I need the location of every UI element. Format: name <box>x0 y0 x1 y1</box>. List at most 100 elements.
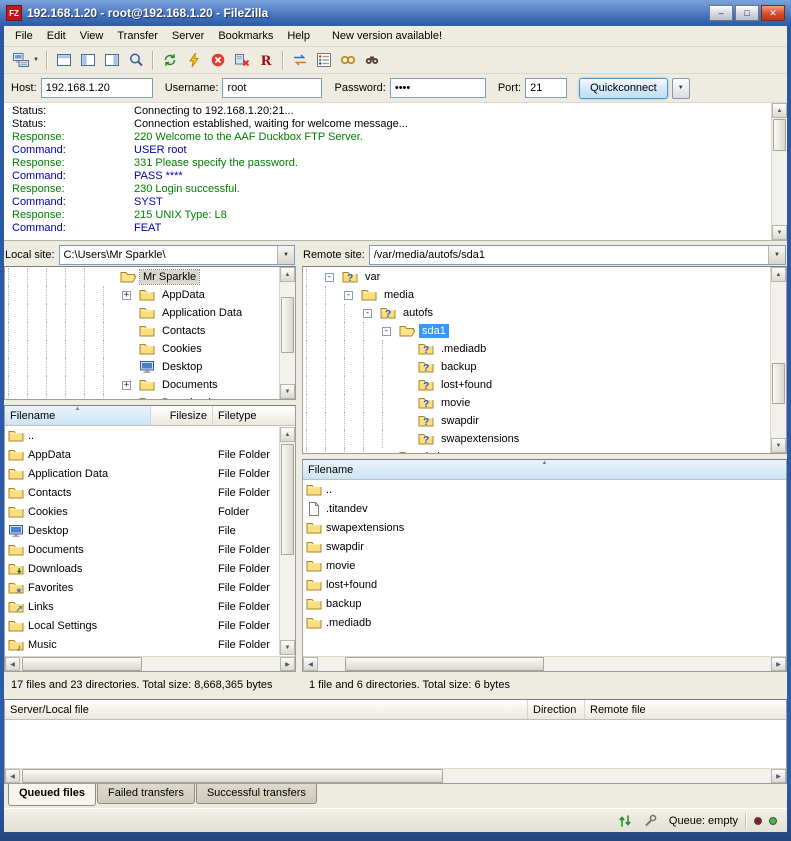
scroll-down-icon[interactable]: ▼ <box>771 438 786 453</box>
scrollbar-thumb[interactable] <box>22 657 142 671</box>
titlebar[interactable]: FZ 192.168.1.20 - root@192.168.1.20 - Fi… <box>0 0 791 26</box>
file-row-item[interactable]: .. <box>303 480 786 499</box>
local-list-scrollbar[interactable]: ▲ ▼ <box>279 427 295 655</box>
toggle-remote-tree-icon[interactable] <box>100 49 124 72</box>
tab-successful-transfers[interactable]: Successful transfers <box>196 784 317 804</box>
toggle-queue-icon[interactable] <box>124 49 148 72</box>
chevron-down-icon[interactable]: ▼ <box>33 57 39 63</box>
file-row-cookies[interactable]: CookiesFolder <box>5 502 279 521</box>
tree-item-appdata[interactable]: +AppData <box>8 286 278 304</box>
column-header-remote-file[interactable]: Remote file <box>585 700 786 719</box>
collapse-icon[interactable]: - <box>325 273 334 282</box>
collapse-icon[interactable]: - <box>363 309 372 318</box>
scrollbar-thumb[interactable] <box>773 119 786 151</box>
queue-hscrollbar[interactable]: ◀ ▶ <box>5 768 786 783</box>
scroll-right-icon[interactable]: ▶ <box>771 769 786 783</box>
chevron-down-icon[interactable]: ▼ <box>768 246 785 264</box>
file-row-contacts[interactable]: ContactsFile Folder <box>5 483 279 502</box>
scroll-down-icon[interactable]: ▼ <box>280 384 295 399</box>
chevron-down-icon[interactable]: ▼ <box>277 246 294 264</box>
scroll-down-icon[interactable]: ▼ <box>280 640 295 655</box>
file-row-swapextensions[interactable]: swapextensions <box>303 518 786 537</box>
minimize-button[interactable]: – <box>709 5 733 21</box>
column-header-filesize[interactable]: Filesize <box>151 406 213 425</box>
quickconnect-dropdown-button[interactable]: ▼ <box>672 78 690 99</box>
local-list-hscrollbar[interactable]: ◀ ▶ <box>5 656 295 671</box>
file-row-swapdir[interactable]: swapdir <box>303 537 786 556</box>
menu-edit[interactable]: Edit <box>40 27 73 45</box>
scrollbar-thumb[interactable] <box>22 769 443 783</box>
collapse-icon[interactable]: - <box>344 291 353 300</box>
toggle-local-tree-icon[interactable] <box>76 49 100 72</box>
file-row-links[interactable]: ↗LinksFile Folder <box>5 597 279 616</box>
scroll-left-icon[interactable]: ◀ <box>303 657 318 671</box>
scrollbar-thumb[interactable] <box>772 363 785 404</box>
menu-help[interactable]: Help <box>280 27 317 45</box>
wrench-icon[interactable] <box>642 813 658 829</box>
host-input[interactable] <box>41 78 153 98</box>
process-queue-icon[interactable] <box>182 49 206 72</box>
scrollbar-thumb[interactable] <box>281 297 294 353</box>
tree-item-lost-found[interactable]: ?lost+found <box>306 376 769 394</box>
scroll-right-icon[interactable]: ▶ <box>280 657 295 671</box>
expand-icon[interactable]: + <box>122 399 131 400</box>
username-input[interactable] <box>222 78 322 98</box>
reconnect-icon[interactable]: R <box>254 49 278 72</box>
tree-item-swapdir[interactable]: ?swapdir <box>306 412 769 430</box>
log-scrollbar[interactable]: ▲ ▼ <box>771 103 787 240</box>
file-row-mediadb[interactable]: .mediadb <box>303 613 786 632</box>
tree-item-desktop[interactable]: Desktop <box>8 358 278 376</box>
column-header-direction[interactable]: Direction <box>528 700 585 719</box>
scroll-left-icon[interactable]: ◀ <box>5 657 20 671</box>
collapse-icon[interactable]: - <box>382 327 391 336</box>
expand-icon[interactable]: + <box>122 381 131 390</box>
menu-bookmarks[interactable]: Bookmarks <box>211 27 280 45</box>
scrollbar-thumb[interactable] <box>281 444 294 555</box>
scroll-up-icon[interactable]: ▲ <box>771 267 786 282</box>
quickconnect-button[interactable]: Quickconnect <box>579 78 668 99</box>
scroll-up-icon[interactable]: ▲ <box>772 103 787 118</box>
file-row-lost-found[interactable]: lost+found <box>303 575 786 594</box>
local-site-combo[interactable]: C:\Users\Mr Sparkle\ ▼ <box>59 245 295 265</box>
scroll-up-icon[interactable]: ▲ <box>280 427 295 442</box>
maximize-button[interactable]: □ <box>735 5 759 21</box>
tree-item-mediadb[interactable]: ?.mediadb <box>306 340 769 358</box>
expand-icon[interactable]: + <box>382 453 391 454</box>
tree-item-dvd[interactable]: +?dvd <box>306 448 769 453</box>
tree-item-sda1[interactable]: -sda1 <box>306 322 769 340</box>
local-tree-scrollbar[interactable]: ▲ ▼ <box>279 267 295 399</box>
menu-file[interactable]: File <box>8 27 40 45</box>
scroll-down-icon[interactable]: ▼ <box>772 225 787 240</box>
menu-transfer[interactable]: Transfer <box>110 27 165 45</box>
port-input[interactable] <box>525 78 567 98</box>
cancel-icon[interactable] <box>206 49 230 72</box>
tree-item-movie[interactable]: ?movie <box>306 394 769 412</box>
tree-item-swapextensions[interactable]: ?swapextensions <box>306 430 769 448</box>
speed-limit-icon[interactable] <box>617 813 633 829</box>
scrollbar-thumb[interactable] <box>345 657 544 671</box>
tree-item-downloads[interactable]: +Downloads <box>8 394 278 399</box>
menu-new-version-available[interactable]: New version available! <box>325 27 449 45</box>
compare-icon[interactable] <box>336 49 360 72</box>
search-icon[interactable] <box>360 49 384 72</box>
file-row-documents[interactable]: DocumentsFile Folder <box>5 540 279 559</box>
file-row-application-data[interactable]: Application DataFile Folder <box>5 464 279 483</box>
file-row-favorites[interactable]: ★FavoritesFile Folder <box>5 578 279 597</box>
file-row-movie[interactable]: movie <box>303 556 786 575</box>
column-header-filename[interactable]: ▲Filename <box>303 460 786 479</box>
disconnect-icon[interactable] <box>230 49 254 72</box>
tree-item-cookies[interactable]: Cookies <box>8 340 278 358</box>
filter-icon[interactable] <box>312 49 336 72</box>
column-header-filetype[interactable]: Filetype <box>213 406 295 425</box>
tab-failed-transfers[interactable]: Failed transfers <box>97 784 195 804</box>
tree-item-contacts[interactable]: Contacts <box>8 322 278 340</box>
tree-item-application-data[interactable]: Application Data <box>8 304 278 322</box>
toggle-log-icon[interactable] <box>52 49 76 72</box>
sync-browsing-icon[interactable] <box>288 49 312 72</box>
tree-item-var[interactable]: -?var <box>306 268 769 286</box>
expand-icon[interactable]: + <box>122 291 131 300</box>
tree-item-autofs[interactable]: -?autofs <box>306 304 769 322</box>
tab-queued-files[interactable]: Queued files <box>8 784 96 806</box>
file-row-music[interactable]: ♪MusicFile Folder <box>5 635 279 654</box>
file-row-downloads[interactable]: DownloadsFile Folder <box>5 559 279 578</box>
